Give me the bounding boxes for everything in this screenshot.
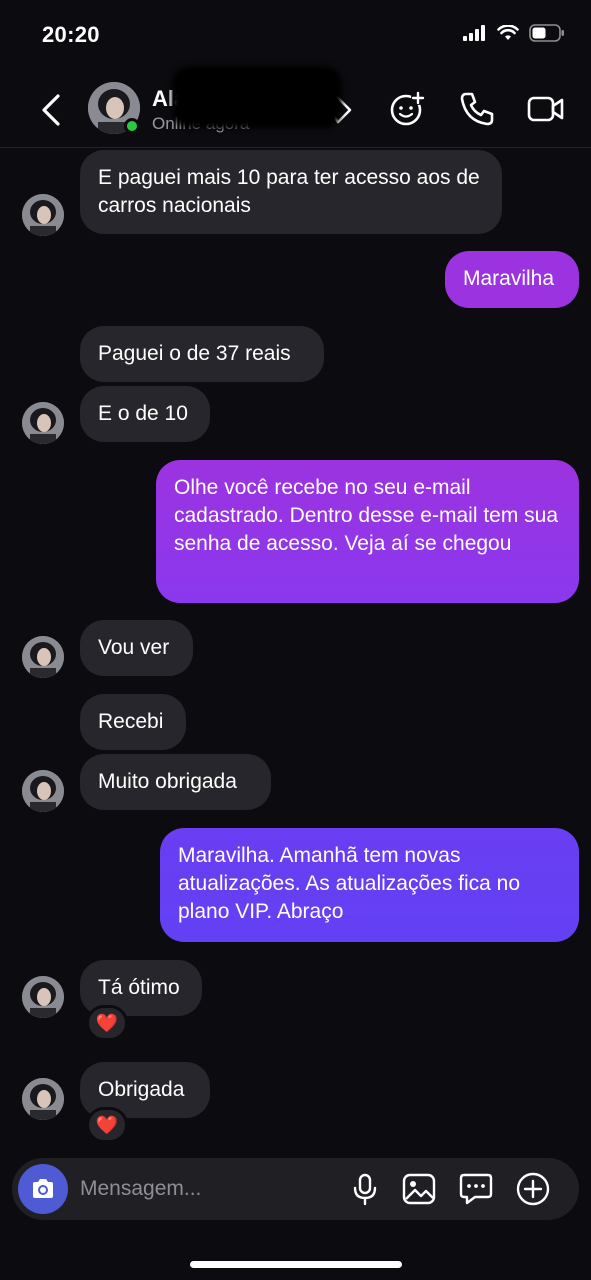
heart-reaction[interactable]: ❤️ xyxy=(86,1107,128,1143)
camera-button[interactable] xyxy=(18,1164,68,1214)
mic-icon[interactable] xyxy=(347,1171,383,1207)
sender-avatar[interactable] xyxy=(22,1078,64,1120)
status-icons xyxy=(463,24,565,42)
message-bubble[interactable]: Olhe você recebe no seu e-mail cadastrad… xyxy=(156,460,579,603)
image-icon[interactable] xyxy=(401,1171,437,1207)
sender-avatar[interactable] xyxy=(22,194,64,236)
chat-bubble-icon[interactable] xyxy=(458,1171,494,1207)
sender-avatar[interactable] xyxy=(22,636,64,678)
video-icon[interactable] xyxy=(524,88,566,130)
phone-icon[interactable] xyxy=(456,88,498,130)
plus-icon[interactable] xyxy=(515,1171,551,1207)
back-icon[interactable] xyxy=(34,90,70,130)
message-bubble[interactable]: Recebi xyxy=(80,694,186,750)
battery-icon xyxy=(529,24,564,42)
signal-icon xyxy=(463,25,485,41)
redaction-mark xyxy=(172,66,342,128)
message-bubble[interactable]: E paguei mais 10 para ter acesso aos de … xyxy=(80,150,502,234)
status-bar: 20:20 xyxy=(0,0,591,70)
message-bubble[interactable]: Maravilha. Amanhã tem novas atualizações… xyxy=(160,828,579,942)
message-bubble[interactable]: Muito obrigada xyxy=(80,754,271,810)
message-bubble[interactable]: Vou ver xyxy=(80,620,193,676)
message-bubble[interactable]: E o de 10 xyxy=(80,386,210,442)
camera-icon xyxy=(33,1179,53,1198)
sender-avatar[interactable] xyxy=(22,976,64,1018)
sticker-add-icon[interactable] xyxy=(386,88,428,130)
online-indicator xyxy=(124,118,140,134)
status-time: 20:20 xyxy=(42,22,100,47)
message-bubble[interactable]: Paguei o de 37 reais xyxy=(80,326,324,382)
message-bubble[interactable]: Maravilha xyxy=(445,251,579,308)
message-composer xyxy=(12,1158,579,1220)
sender-avatar[interactable] xyxy=(22,402,64,444)
sender-avatar[interactable] xyxy=(22,770,64,812)
message-input[interactable] xyxy=(80,1172,340,1206)
heart-reaction[interactable]: ❤️ xyxy=(86,1005,128,1041)
wifi-icon xyxy=(497,25,519,40)
home-indicator[interactable] xyxy=(190,1261,402,1268)
